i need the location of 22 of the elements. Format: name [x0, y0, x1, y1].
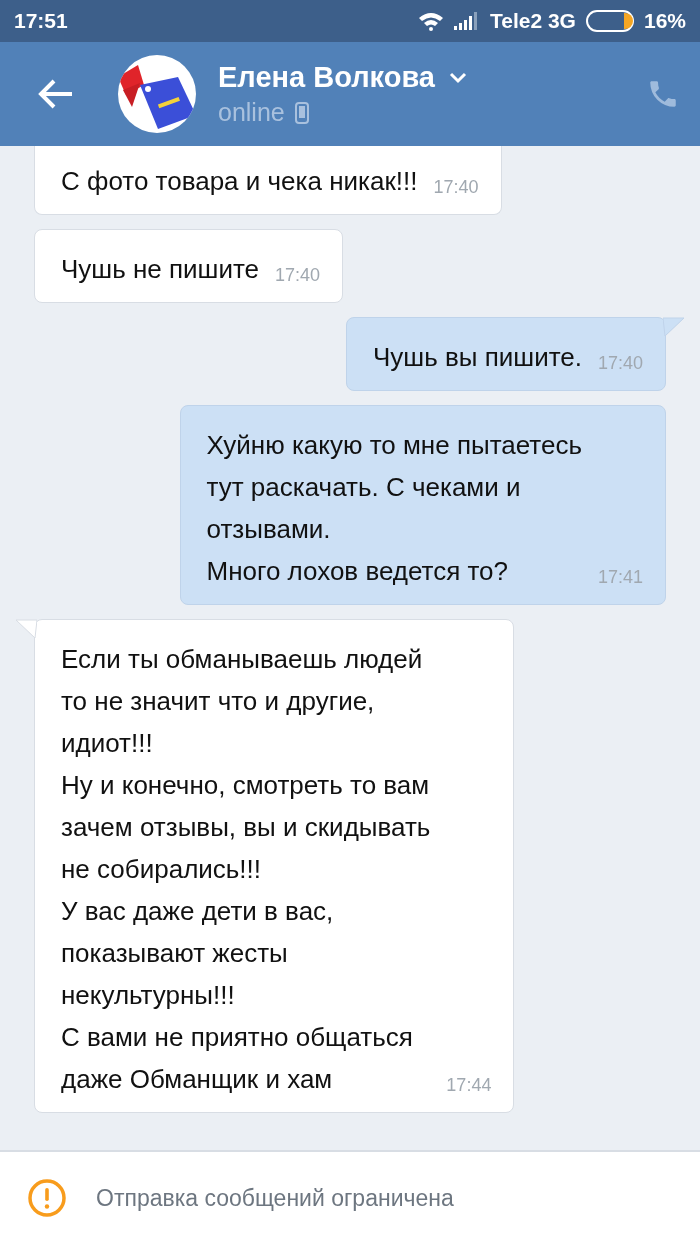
message-text: Хуйню какую то мне пытаетесь тут раскачать. С чеками и отзывами. Много лохов ведется то?: [206, 429, 582, 588]
phone-device-icon: [294, 101, 309, 124]
signal-icon: [453, 12, 480, 30]
message-time: 17:40: [596, 352, 643, 375]
online-status: online: [218, 98, 285, 127]
message-text: Чушь не пишите: [61, 253, 260, 286]
message-text: С фото товара и чека никак!!!: [61, 165, 418, 198]
chevron-down-icon[interactable]: [449, 71, 467, 84]
message-text: Чушь вы пишите.: [373, 341, 582, 374]
carrier-label: Tele2 3G: [489, 9, 576, 33]
contact-name[interactable]: Елена Волкова: [218, 61, 435, 94]
warning-icon: [28, 1179, 66, 1217]
message-time: 17:40: [274, 264, 321, 287]
message-time: 17:41: [596, 566, 643, 589]
message-time: 17:44: [445, 1074, 492, 1097]
clock: 17:51: [14, 9, 68, 33]
message-time: 17:40: [432, 176, 479, 199]
battery-percent: 16%: [643, 9, 686, 33]
message-text: Если ты обманываешь людей то не значит что и другие, идиот!!! Ну и конечно, смотреть то вам зачем отзывы, вы и скидывать не собирались!!! У вас даже дети в вас, показывают жесты некультурны!!! С вами не приятно общаться даже Обманщик и хам: [61, 643, 431, 1096]
battery-icon: [585, 10, 634, 32]
restriction-notice: Отправка сообщений ограничена: [96, 1184, 454, 1212]
wifi-icon: [417, 11, 444, 31]
